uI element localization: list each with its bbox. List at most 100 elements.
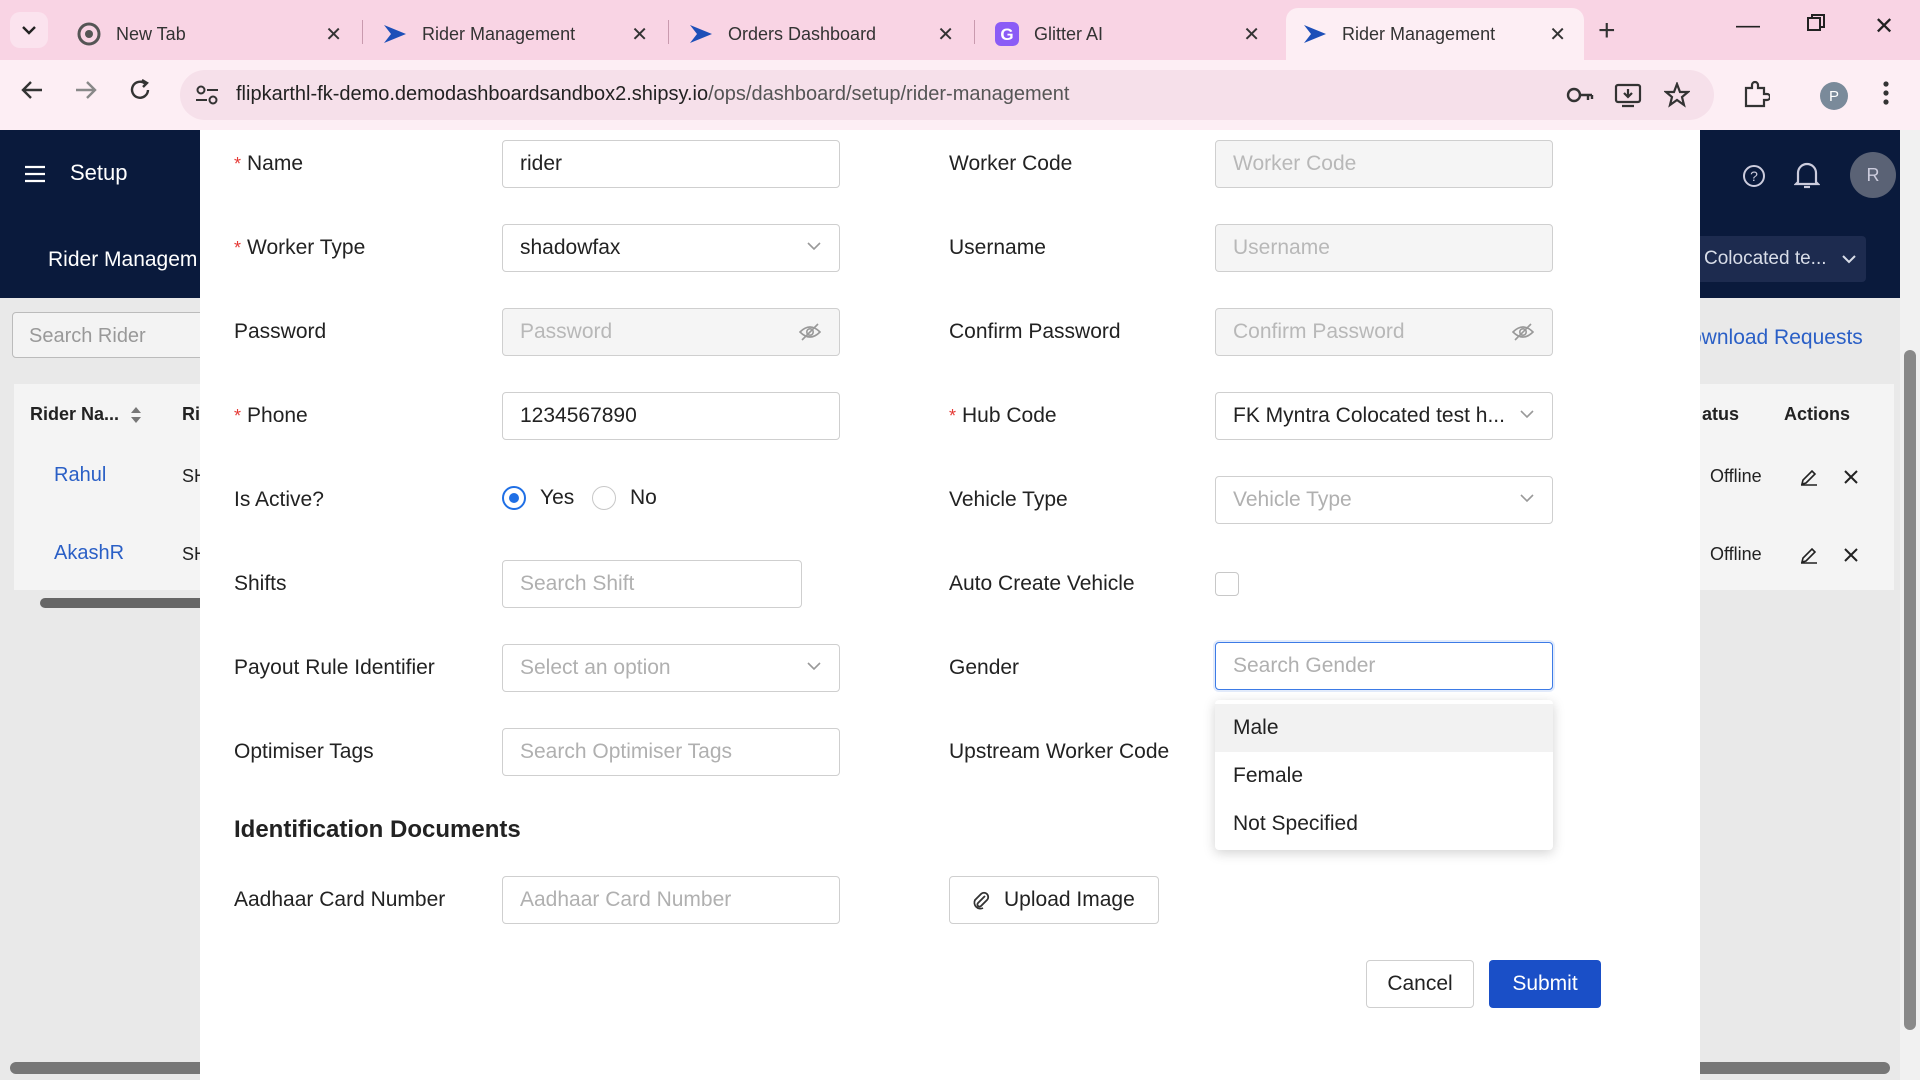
radio-label: No bbox=[630, 486, 657, 509]
chevron-down-icon bbox=[22, 26, 36, 35]
vehicle-type-select[interactable]: Vehicle Type bbox=[1215, 476, 1553, 524]
url-path: /ops/dashboard/setup/rider-management bbox=[708, 83, 1070, 105]
rider-name-link[interactable]: AkashR bbox=[54, 542, 124, 565]
column-header-status: atus bbox=[1702, 404, 1740, 424]
tab-title: Rider Management bbox=[422, 23, 576, 44]
notification-bell-icon[interactable] bbox=[1793, 160, 1821, 196]
upstream-worker-code-label: Upstream Worker Code bbox=[949, 740, 1170, 763]
status-text: Offline bbox=[1710, 544, 1762, 564]
reload-icon[interactable] bbox=[128, 78, 152, 109]
restore-icon[interactable] bbox=[1806, 12, 1826, 40]
vertical-scrollbar-thumb[interactable] bbox=[1904, 350, 1916, 1030]
gender-option-male[interactable]: Male bbox=[1215, 704, 1553, 752]
profile-avatar[interactable]: P bbox=[1820, 82, 1848, 110]
aadhaar-input[interactable]: Aadhaar Card Number bbox=[502, 876, 840, 924]
rider-name-link[interactable]: Rahul bbox=[54, 464, 106, 487]
required-asterisk: * bbox=[234, 238, 242, 258]
worker-type-value: shadowfax bbox=[520, 236, 621, 259]
new-tab-plus-icon[interactable]: + bbox=[1598, 14, 1616, 48]
close-icon[interactable]: ✕ bbox=[325, 22, 342, 47]
hub-code-value: FK Myntra Colocated test h... bbox=[1233, 404, 1505, 427]
required-asterisk: * bbox=[234, 154, 242, 174]
close-icon[interactable]: ✕ bbox=[937, 22, 954, 47]
browser-toolbar: flipkarthl-fk-demo.demodashboardsandbox2… bbox=[0, 60, 1920, 130]
table-horizontal-scrollbar[interactable] bbox=[40, 598, 220, 608]
delete-x-icon[interactable] bbox=[1844, 548, 1858, 562]
hamburger-menu-icon[interactable] bbox=[24, 164, 46, 190]
phone-input[interactable]: 1234567890 bbox=[502, 392, 840, 440]
tab-rider-management[interactable]: Rider Management ✕ bbox=[366, 8, 666, 60]
phone-label-text: Phone bbox=[247, 404, 308, 427]
cancel-button[interactable]: Cancel bbox=[1366, 960, 1474, 1008]
add-rider-modal: * Name rider Worker Code Worker Code * Wor… bbox=[200, 130, 1700, 1080]
search-gender-input[interactable]: Search Gender bbox=[1215, 642, 1553, 690]
submit-button[interactable]: Submit bbox=[1489, 960, 1601, 1008]
user-avatar[interactable]: R bbox=[1850, 152, 1896, 198]
tab-orders-dashboard[interactable]: Orders Dashboard ✕ bbox=[672, 8, 972, 60]
address-bar[interactable]: flipkarthl-fk-demo.demodashboardsandbox2… bbox=[180, 70, 1714, 120]
worker-type-select[interactable]: shadowfax bbox=[502, 224, 840, 272]
minimize-icon[interactable]: — bbox=[1736, 12, 1760, 40]
bookmark-star-icon[interactable] bbox=[1662, 80, 1692, 114]
search-shift-input[interactable]: Search Shift bbox=[502, 560, 802, 608]
download-requests-link[interactable]: ownload Requests bbox=[1690, 326, 1863, 350]
is-active-label: Is Active? bbox=[234, 488, 324, 511]
back-arrow-icon[interactable] bbox=[20, 78, 44, 109]
hub-code-label-text: Hub Code bbox=[962, 404, 1057, 427]
svg-text:G: G bbox=[1000, 25, 1013, 44]
edit-icon[interactable] bbox=[1800, 546, 1818, 564]
payout-rule-select[interactable]: Select an option bbox=[502, 644, 840, 692]
sort-icon[interactable] bbox=[130, 406, 142, 424]
glitter-icon: G bbox=[994, 21, 1020, 47]
upload-image-button[interactable]: Upload Image bbox=[949, 876, 1159, 924]
gender-label: Gender bbox=[949, 656, 1020, 679]
auto-create-vehicle-checkbox[interactable] bbox=[1215, 572, 1239, 596]
is-active-yes-radio[interactable]: Yes bbox=[502, 486, 574, 510]
tab-title: Glitter AI bbox=[1034, 23, 1104, 44]
is-active-no-radio[interactable]: No bbox=[592, 486, 657, 510]
hub-selector-value: Colocated te... bbox=[1704, 248, 1827, 269]
chevron-down-icon bbox=[1520, 410, 1534, 419]
name-input[interactable]: rider bbox=[502, 140, 840, 188]
tab-new-tab[interactable]: New Tab ✕ bbox=[60, 8, 360, 60]
eye-slash-icon[interactable] bbox=[1512, 322, 1534, 342]
phone-label: * Phone bbox=[234, 404, 308, 428]
hub-selector[interactable]: Colocated te... bbox=[1690, 236, 1866, 282]
url-text: flipkarthl-fk-demo.demodashboardsandbox2… bbox=[236, 83, 1069, 106]
install-app-icon[interactable] bbox=[1614, 82, 1642, 114]
tab-glitter-ai[interactable]: G Glitter AI ✕ bbox=[978, 8, 1278, 60]
app-title: Setup bbox=[70, 160, 128, 185]
search-rider-input[interactable]: Search Rider bbox=[12, 312, 212, 358]
tab-title: New Tab bbox=[116, 23, 186, 44]
shipsy-icon bbox=[1302, 21, 1328, 47]
radio-selected-dot bbox=[502, 486, 526, 510]
forward-arrow-icon[interactable] bbox=[74, 78, 98, 109]
shipsy-icon bbox=[688, 21, 714, 47]
window-close-icon[interactable]: ✕ bbox=[1874, 12, 1894, 41]
hub-code-select[interactable]: FK Myntra Colocated test h... bbox=[1215, 392, 1553, 440]
eye-slash-icon[interactable] bbox=[799, 322, 821, 342]
gender-option-not-specified[interactable]: Not Specified bbox=[1215, 800, 1553, 848]
close-icon[interactable]: ✕ bbox=[1243, 22, 1260, 47]
tab-title: Orders Dashboard bbox=[728, 23, 877, 44]
search-optimiser-tags-input[interactable]: Search Optimiser Tags bbox=[502, 728, 840, 776]
tab-separator bbox=[974, 20, 975, 44]
tab-search-button[interactable] bbox=[10, 12, 48, 48]
extensions-icon[interactable] bbox=[1742, 80, 1772, 114]
close-icon[interactable]: ✕ bbox=[1549, 22, 1566, 47]
kebab-menu-icon[interactable] bbox=[1882, 80, 1890, 112]
close-icon[interactable]: ✕ bbox=[631, 22, 648, 47]
edit-icon[interactable] bbox=[1800, 468, 1818, 486]
gender-option-female[interactable]: Female bbox=[1215, 752, 1553, 800]
delete-x-icon[interactable] bbox=[1844, 470, 1858, 484]
auto-create-vehicle-label: Auto Create Vehicle bbox=[949, 572, 1135, 595]
column-header-rider-name[interactable]: Rider Na... bbox=[30, 404, 119, 425]
tab-rider-management-active[interactable]: Rider Management ✕ bbox=[1286, 8, 1584, 60]
help-icon[interactable]: ? bbox=[1742, 164, 1766, 194]
key-icon[interactable] bbox=[1566, 82, 1594, 114]
password-placeholder: Password bbox=[520, 320, 613, 343]
site-settings-icon[interactable] bbox=[194, 82, 222, 108]
chevron-down-icon bbox=[807, 662, 821, 671]
optimiser-tags-label: Optimiser Tags bbox=[234, 740, 374, 763]
svg-text:?: ? bbox=[1750, 168, 1758, 184]
